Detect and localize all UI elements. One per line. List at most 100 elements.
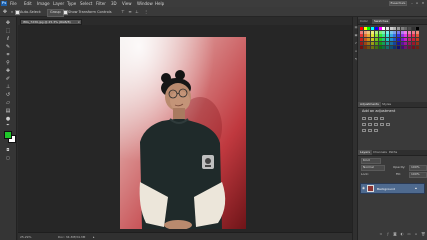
tab-styles[interactable]: Styles [380, 102, 393, 107]
swatch-chip[interactable] [411, 38, 415, 42]
posterize-icon[interactable] [368, 129, 372, 132]
screen-mode-icon[interactable]: ▢ [5, 155, 11, 161]
swatch-chip[interactable] [415, 34, 419, 38]
healing-brush-tool-icon[interactable]: ✚ [5, 68, 11, 74]
layer-name[interactable]: Background [377, 187, 395, 191]
swatch-chip[interactable] [411, 34, 415, 38]
swatch-chip[interactable] [400, 34, 404, 38]
pen-tool-icon[interactable]: ✒ [5, 122, 11, 128]
swatch-chip[interactable] [400, 45, 404, 49]
swatch-chip[interactable] [389, 45, 393, 49]
swatch-chip[interactable] [371, 41, 375, 45]
blend-mode-dropdown[interactable]: Normal [361, 165, 385, 171]
swatch-chip[interactable] [400, 41, 404, 45]
swatch-chip[interactable] [397, 45, 400, 49]
swatch-chip[interactable] [397, 34, 400, 38]
tab-swatches[interactable]: Swatches [372, 19, 391, 24]
tab-adjustments[interactable]: Adjustments [358, 102, 381, 107]
menu-filter[interactable]: Filter [96, 1, 106, 6]
swatch-chip[interactable] [393, 27, 397, 30]
swatch-chip[interactable] [374, 38, 378, 42]
swatch-chip[interactable] [389, 41, 393, 45]
swatch-chip[interactable] [367, 34, 371, 38]
layer-mask-icon[interactable]: ◙ [393, 232, 397, 236]
menu-layer[interactable]: Layer [53, 1, 64, 6]
swatch-chip[interactable] [404, 34, 408, 38]
clone-stamp-tool-icon[interactable]: ⊥ [5, 84, 11, 90]
swatch-chip[interactable] [389, 34, 393, 38]
foreground-color-swatch[interactable] [4, 131, 12, 139]
swatch-chip[interactable] [389, 38, 393, 42]
close-window-icon[interactable]: × [421, 1, 425, 5]
menu-window[interactable]: Window [137, 1, 153, 6]
swatch-chip[interactable] [374, 41, 378, 45]
swatch-chip[interactable] [415, 45, 419, 49]
document-tab[interactable]: IMG_7239.jpg @ 25.3% (RGB/8) × [20, 19, 82, 25]
lasso-tool-icon[interactable]: ℓ [5, 36, 11, 42]
swatch-chip[interactable] [363, 34, 367, 38]
swatch-chip[interactable] [408, 34, 412, 38]
opacity-field[interactable]: 100% [409, 165, 427, 171]
history-brush-tool-icon[interactable]: ↺ [5, 92, 11, 98]
quick-mask-icon[interactable]: ◘ [5, 147, 11, 153]
eyedropper-tool-icon[interactable]: ⚲ [5, 60, 11, 66]
swatch-chip[interactable] [404, 45, 408, 49]
swatch-chip[interactable] [393, 38, 397, 42]
vibrance-icon[interactable] [362, 123, 366, 126]
swatch-chip[interactable] [397, 27, 400, 30]
menu-select[interactable]: Select [80, 1, 92, 6]
tab-color[interactable]: Color [358, 19, 370, 24]
document-image[interactable] [120, 37, 246, 229]
swatch-chip[interactable] [411, 45, 415, 49]
swatch-chip[interactable] [393, 45, 397, 49]
layer-style-icon[interactable]: ƒ [386, 232, 390, 236]
swatch-chip[interactable] [385, 34, 389, 38]
swatch-chip[interactable] [385, 38, 389, 42]
swatch-chip[interactable] [382, 27, 386, 30]
swatch-chip[interactable] [367, 27, 371, 30]
swatch-chip[interactable] [378, 45, 382, 49]
trash-icon[interactable]: 🗑︎ [421, 232, 425, 236]
swatch-chip[interactable] [385, 41, 389, 45]
swatch-chip[interactable] [374, 30, 378, 34]
menu-edit[interactable]: Edit [24, 1, 32, 6]
swatch-chip[interactable] [408, 38, 412, 42]
invert-icon[interactable] [362, 129, 366, 132]
menu-image[interactable]: Image [37, 1, 50, 6]
swatch-chip[interactable] [382, 38, 386, 42]
swatch-chip[interactable] [367, 38, 371, 42]
swatch-chip[interactable] [411, 27, 415, 30]
swatch-chip[interactable] [378, 27, 382, 30]
new-group-icon[interactable]: ▭ [407, 232, 411, 236]
swatch-chip[interactable] [371, 38, 375, 42]
menu-3d[interactable]: 3D [111, 1, 117, 6]
swatch-chip[interactable] [367, 45, 371, 49]
color-balance-icon[interactable] [374, 123, 378, 126]
swatch-chip[interactable] [393, 41, 397, 45]
adjustment-layer-icon[interactable]: ◐ [400, 232, 404, 236]
swatch-chip[interactable] [371, 30, 375, 34]
swatch-chip[interactable] [397, 38, 400, 42]
swatch-chip[interactable] [393, 34, 397, 38]
swatch-chip[interactable] [408, 41, 412, 45]
align-top-icon[interactable]: ⊤ [120, 9, 126, 15]
swatch-chip[interactable] [360, 45, 363, 49]
menu-view[interactable]: View [122, 1, 132, 6]
swatch-chip[interactable] [408, 30, 412, 34]
eraser-tool-icon[interactable]: ▱ [5, 100, 11, 106]
menu-type[interactable]: Type [67, 1, 76, 6]
menu-help[interactable]: Help [155, 1, 164, 6]
swatch-chip[interactable] [363, 27, 367, 30]
marquee-tool-icon[interactable]: ⬚ [5, 28, 11, 34]
status-arrow-icon[interactable]: ▸ [93, 235, 95, 239]
swatch-chip[interactable] [397, 30, 400, 34]
swatch-chip[interactable] [371, 45, 375, 49]
swatch-chip[interactable] [360, 38, 363, 42]
link-layers-icon[interactable]: ∞ [379, 232, 383, 236]
brightness-icon[interactable] [362, 117, 366, 120]
swatch-chip[interactable] [397, 41, 400, 45]
swatch-chip[interactable] [367, 41, 371, 45]
swatch-chip[interactable] [363, 45, 367, 49]
new-layer-icon[interactable]: ▫ [414, 232, 418, 236]
swatch-chip[interactable] [404, 41, 408, 45]
